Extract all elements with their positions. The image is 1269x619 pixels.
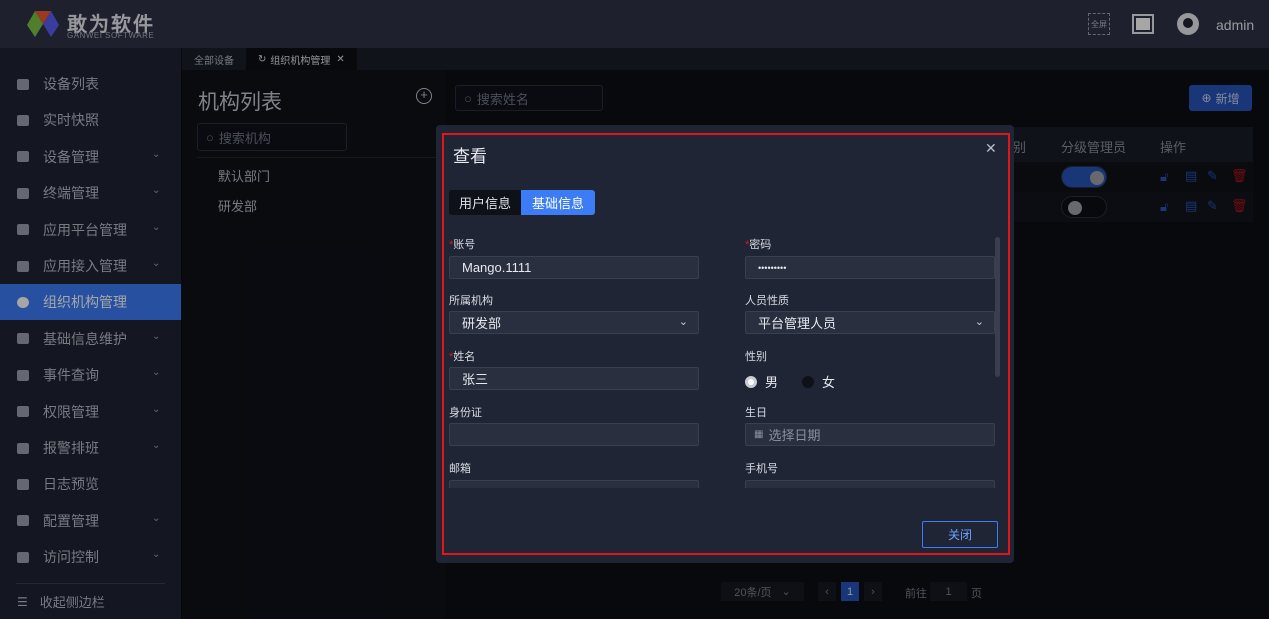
password-label: *密码 bbox=[745, 239, 772, 251]
email-input[interactable] bbox=[449, 480, 699, 488]
org-select-value: 研发部 bbox=[462, 316, 502, 331]
password-input[interactable]: ••••••••• bbox=[745, 256, 995, 279]
radio-checked bbox=[745, 376, 757, 388]
gender-label: 性别 bbox=[745, 351, 767, 363]
tab-basic-info[interactable]: 基础信息 bbox=[521, 190, 595, 215]
person-type-select[interactable]: 平台管理人员 ⌄ bbox=[745, 311, 995, 334]
name-label: *姓名 bbox=[449, 351, 476, 363]
email-label: 邮箱 bbox=[449, 463, 471, 475]
close-icon[interactable]: ✕ bbox=[985, 140, 997, 157]
phone-label: 手机号 bbox=[745, 463, 778, 475]
account-label: *账号 bbox=[449, 239, 476, 251]
gender-radio-female[interactable]: 女 bbox=[802, 372, 835, 391]
close-button[interactable]: 关闭 bbox=[922, 521, 998, 548]
radio-unchecked bbox=[802, 376, 814, 388]
tab-user-info[interactable]: 用户信息 bbox=[449, 190, 521, 215]
org-select[interactable]: 研发部 ⌄ bbox=[449, 311, 699, 334]
name-input[interactable]: 张三 bbox=[449, 367, 699, 390]
calendar-icon: ▦ bbox=[754, 429, 764, 440]
birthday-placeholder: 选择日期 bbox=[768, 428, 821, 443]
phone-input[interactable] bbox=[745, 480, 995, 488]
form-scroll-area: *账号 Mango.1111 *密码 ••••••••• 所属机构 研发部 ⌄ 人… bbox=[440, 232, 1010, 488]
form-scrollbar[interactable] bbox=[995, 237, 1000, 377]
birthday-label: 生日 bbox=[745, 407, 767, 419]
account-input[interactable]: Mango.1111 bbox=[449, 256, 699, 279]
id-card-input[interactable] bbox=[449, 423, 699, 446]
chevron-down-icon: ⌄ bbox=[974, 316, 984, 328]
dialog-title: 查看 bbox=[453, 147, 487, 166]
birthday-date-picker[interactable]: ▦ 选择日期 bbox=[745, 423, 995, 446]
person-type-value: 平台管理人员 bbox=[758, 316, 837, 331]
org-label: 所属机构 bbox=[449, 295, 493, 307]
person-type-label: 人员性质 bbox=[745, 295, 789, 307]
chevron-down-icon: ⌄ bbox=[678, 316, 688, 328]
id-card-label: 身份证 bbox=[449, 407, 482, 419]
gender-radio-male[interactable]: 男 bbox=[745, 372, 778, 391]
